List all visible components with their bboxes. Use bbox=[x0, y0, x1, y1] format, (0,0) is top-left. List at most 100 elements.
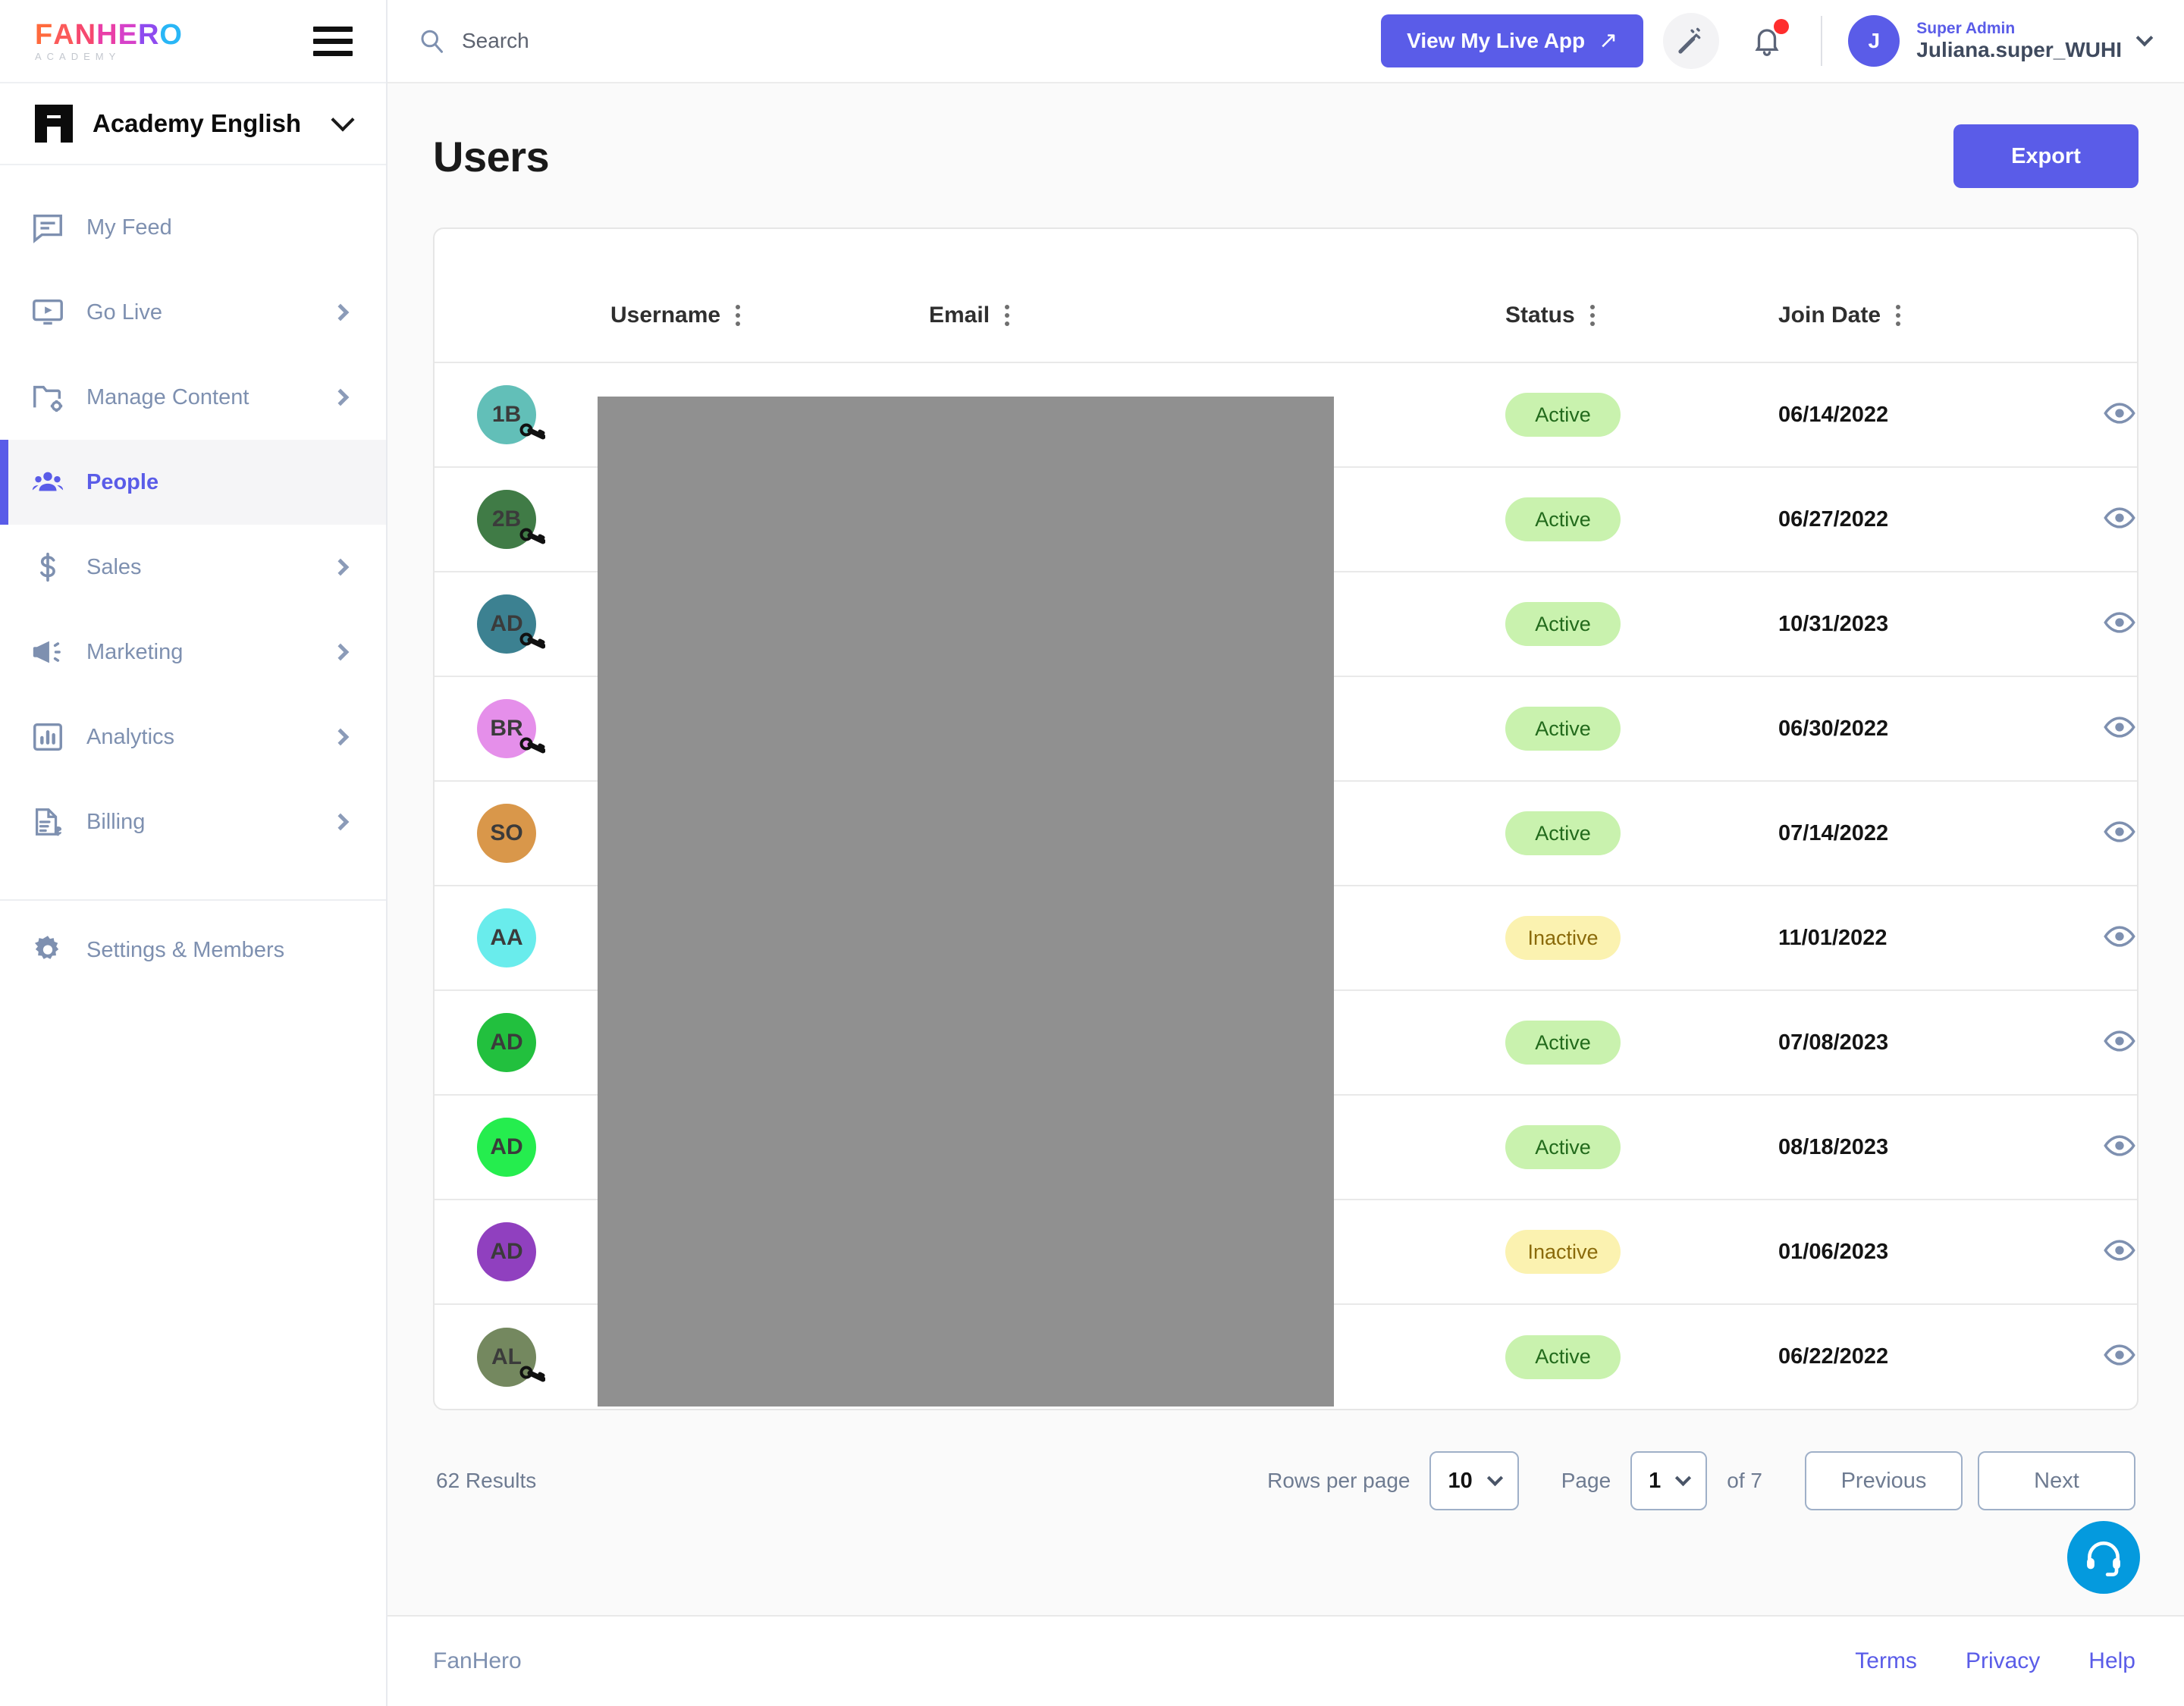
support-chat-button[interactable] bbox=[2067, 1521, 2140, 1594]
logo-letter: H bbox=[96, 18, 118, 51]
search-input[interactable]: Search bbox=[418, 27, 1381, 55]
avatar-initials: AA bbox=[490, 925, 523, 950]
sidebar-item-settings-members[interactable]: Settings & Members bbox=[0, 901, 386, 999]
fanhero-wordmark: FANHERO bbox=[35, 20, 183, 49]
footer-links: Terms Privacy Help bbox=[1855, 1648, 2135, 1674]
cell-join-date: 07/14/2022 bbox=[1778, 780, 2051, 886]
sidebar-item-manage-content[interactable]: Manage Content bbox=[0, 355, 386, 440]
avatar-initials: AL bbox=[491, 1344, 522, 1369]
footer-brand[interactable]: FanHero bbox=[433, 1648, 1855, 1674]
cell-action bbox=[2051, 1303, 2137, 1409]
page-label: Page bbox=[1561, 1469, 1611, 1492]
status-badge: Active bbox=[1505, 497, 1621, 541]
view-user-eye-icon[interactable] bbox=[2103, 501, 2136, 535]
cell-status: Inactive bbox=[1505, 885, 1778, 990]
logo-letter: O bbox=[159, 18, 183, 51]
column-menu-icon[interactable] bbox=[1589, 305, 1595, 326]
page-title: Users bbox=[433, 132, 550, 180]
sidebar-item-my-feed[interactable]: My Feed bbox=[0, 185, 386, 270]
cell-join-date: 10/31/2023 bbox=[1778, 571, 2051, 676]
previous-page-button[interactable]: Previous bbox=[1805, 1451, 1963, 1510]
megaphone-icon bbox=[30, 635, 65, 670]
view-user-eye-icon[interactable] bbox=[2103, 1234, 2136, 1267]
sidebar-item-people[interactable]: People bbox=[0, 440, 386, 525]
join-date-value: 06/30/2022 bbox=[1778, 716, 1889, 741]
user-avatar: AA bbox=[477, 908, 536, 967]
cell-action bbox=[2051, 466, 2137, 572]
user-avatar: AD bbox=[477, 594, 545, 654]
rows-per-page-label: Rows per page bbox=[1267, 1469, 1410, 1492]
join-date-value: 06/27/2022 bbox=[1778, 506, 1889, 532]
cell-avatar: AD bbox=[435, 1094, 610, 1200]
headset-support-icon bbox=[2082, 1536, 2125, 1579]
view-user-eye-icon[interactable] bbox=[2103, 606, 2136, 639]
export-button[interactable]: Export bbox=[1953, 124, 2138, 188]
column-menu-icon[interactable] bbox=[1005, 305, 1010, 326]
dollar-icon bbox=[30, 550, 65, 585]
cell-action bbox=[2051, 989, 2137, 1095]
view-user-eye-icon[interactable] bbox=[2103, 710, 2136, 744]
avatar-initials: SO bbox=[490, 820, 523, 845]
cell-status: Active bbox=[1505, 676, 1778, 781]
view-user-eye-icon[interactable] bbox=[2103, 1129, 2136, 1162]
redaction-overlay bbox=[598, 397, 1334, 1407]
view-user-eye-icon[interactable] bbox=[2103, 815, 2136, 848]
sidebar-item-label: Analytics bbox=[86, 724, 175, 749]
sidebar-item-sales[interactable]: Sales bbox=[0, 525, 386, 610]
status-badge: Active bbox=[1505, 811, 1621, 855]
cell-status: Active bbox=[1505, 362, 1778, 467]
chevron-down-icon bbox=[331, 108, 355, 132]
join-date-value: 07/14/2022 bbox=[1778, 820, 1889, 845]
sidebar-item-billing[interactable]: Billing bbox=[0, 779, 386, 864]
cell-status: Active bbox=[1505, 1303, 1778, 1409]
cell-avatar: 1B bbox=[435, 362, 610, 467]
cell-avatar: 2B bbox=[435, 466, 610, 572]
chevron-down-icon bbox=[1675, 1469, 1692, 1486]
th-join-date-label: Join Date bbox=[1778, 303, 1881, 328]
sidebar-item-label: People bbox=[86, 469, 159, 494]
fanhero-academy-logo: FANHERO ACADEMY bbox=[35, 20, 183, 62]
view-user-eye-icon[interactable] bbox=[2103, 1338, 2136, 1372]
footer-link-terms[interactable]: Terms bbox=[1855, 1648, 1917, 1674]
view-user-eye-icon[interactable] bbox=[2103, 397, 2136, 430]
cell-avatar: AD bbox=[435, 989, 610, 1095]
menu-icon[interactable] bbox=[313, 26, 353, 56]
workspace-switcher[interactable]: Academy English bbox=[0, 83, 386, 165]
logo-letter: F bbox=[35, 18, 54, 51]
view-user-eye-icon[interactable] bbox=[2103, 1024, 2136, 1058]
table-header-row: Username Email Status Join Date bbox=[435, 229, 2137, 362]
key-badge-icon bbox=[519, 525, 545, 544]
status-badge: Active bbox=[1505, 1021, 1621, 1065]
user-profile-menu[interactable]: J Super Admin Juliana.super_WUHI bbox=[1848, 15, 2154, 67]
column-menu-icon[interactable] bbox=[736, 305, 741, 326]
cell-status: Active bbox=[1505, 466, 1778, 572]
magic-wand-icon[interactable] bbox=[1663, 13, 1720, 69]
join-date-value: 08/18/2023 bbox=[1778, 1134, 1889, 1159]
logo-letter: R bbox=[137, 18, 160, 51]
notification-badge-dot bbox=[1774, 19, 1790, 34]
sidebar-item-analytics[interactable]: Analytics bbox=[0, 695, 386, 779]
footer-link-privacy[interactable]: Privacy bbox=[1966, 1648, 2040, 1674]
pagination-bar: 62 Results Rows per page 10 Page 1 of 7 bbox=[433, 1410, 2138, 1510]
sidebar-item-label: Sales bbox=[86, 554, 142, 579]
view-my-live-app-button[interactable]: View My Live App ↗ bbox=[1381, 14, 1644, 67]
cell-status: Active bbox=[1505, 1094, 1778, 1200]
sidebar-item-go-live[interactable]: Go Live bbox=[0, 270, 386, 355]
footer-link-help[interactable]: Help bbox=[2088, 1648, 2135, 1674]
rows-per-page-select[interactable]: 10 bbox=[1429, 1451, 1519, 1510]
cell-join-date: 06/30/2022 bbox=[1778, 676, 2051, 781]
page-footer: FanHero Terms Privacy Help bbox=[388, 1615, 2184, 1706]
cell-avatar: AL bbox=[435, 1303, 610, 1409]
column-menu-icon[interactable] bbox=[1896, 305, 1901, 326]
notification-bell-icon[interactable] bbox=[1739, 13, 1795, 69]
avatar-initials: AD bbox=[490, 1030, 523, 1055]
cell-status: Active bbox=[1505, 780, 1778, 886]
page-select[interactable]: 1 bbox=[1630, 1451, 1708, 1510]
join-date-value: 10/31/2023 bbox=[1778, 611, 1889, 636]
avatar: J bbox=[1848, 15, 1900, 67]
next-page-button[interactable]: Next bbox=[1978, 1451, 2135, 1510]
cell-status: Active bbox=[1505, 989, 1778, 1095]
sidebar-item-marketing[interactable]: Marketing bbox=[0, 610, 386, 695]
view-user-eye-icon[interactable] bbox=[2103, 920, 2136, 953]
cell-avatar: AD bbox=[435, 1199, 610, 1304]
